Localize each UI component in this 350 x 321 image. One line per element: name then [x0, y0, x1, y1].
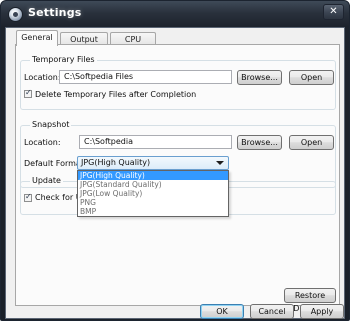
temp-open-button[interactable]: Open — [289, 70, 334, 85]
checkmark-icon: ✓ — [25, 192, 32, 201]
format-option-jpg-standard[interactable]: JPG(Standard Quality) — [78, 180, 228, 189]
cancel-button[interactable]: Cancel — [250, 304, 294, 319]
temporary-files-group — [20, 60, 336, 110]
chevron-down-icon — [216, 161, 224, 165]
ok-button[interactable]: OK — [200, 304, 244, 319]
format-options-list: JPG(High Quality) JPG(Standard Quality) … — [77, 170, 229, 217]
snapshot-browse-button[interactable]: Browse... — [237, 135, 282, 150]
format-option-bmp[interactable]: BMP — [78, 207, 228, 216]
tab-general-label: General — [21, 33, 53, 42]
checkmark-icon: ✓ — [25, 88, 32, 97]
format-option-jpg-high[interactable]: JPG(High Quality) — [78, 171, 228, 180]
delete-temp-checkbox[interactable]: ✓ — [24, 88, 32, 98]
close-icon: ✕ — [329, 6, 338, 17]
close-button[interactable]: ✕ — [323, 4, 344, 20]
format-option-png[interactable]: PNG — [78, 198, 228, 207]
app-icon — [9, 8, 22, 21]
dialog-body: General Output CPU Temporary Files Locat… — [5, 27, 345, 319]
title-bar[interactable]: Settings ✕ — [1, 1, 349, 27]
restore-defaults-button[interactable]: Restore Defaults — [284, 288, 336, 313]
snapshot-location-label: Location: — [24, 138, 61, 147]
default-format-value: JPG(High Quality) — [81, 158, 151, 167]
update-legend: Update — [30, 176, 63, 185]
tab-general[interactable]: General — [16, 30, 58, 46]
tab-cpu-label: CPU — [124, 35, 142, 44]
window-title: Settings — [28, 6, 82, 19]
temp-browse-button[interactable]: Browse... — [237, 70, 282, 85]
temp-location-field[interactable]: C:\Softpedia Files — [59, 70, 232, 84]
settings-window: Settings ✕ General Output CPU Temporary … — [0, 0, 350, 321]
snapshot-location-field[interactable]: C:\Softpedia — [79, 135, 232, 149]
temp-location-label: Location: — [24, 73, 61, 82]
apply-button[interactable]: Apply — [300, 304, 344, 319]
snapshot-open-button[interactable]: Open — [289, 135, 334, 150]
temporary-files-legend: Temporary Files — [30, 55, 97, 64]
check-for-updates-checkbox[interactable]: ✓ — [24, 192, 32, 202]
snapshot-legend: Snapshot — [30, 120, 72, 129]
format-option-jpg-low[interactable]: JPG(Low Quality) — [78, 189, 228, 198]
general-tab-panel: Temporary Files Location: C:\Softpedia F… — [15, 44, 340, 313]
delete-temp-label: Delete Temporary Files after Completion — [35, 90, 197, 99]
tab-output-label: Output — [70, 35, 98, 44]
default-format-dropdown[interactable]: JPG(High Quality) — [77, 156, 229, 170]
